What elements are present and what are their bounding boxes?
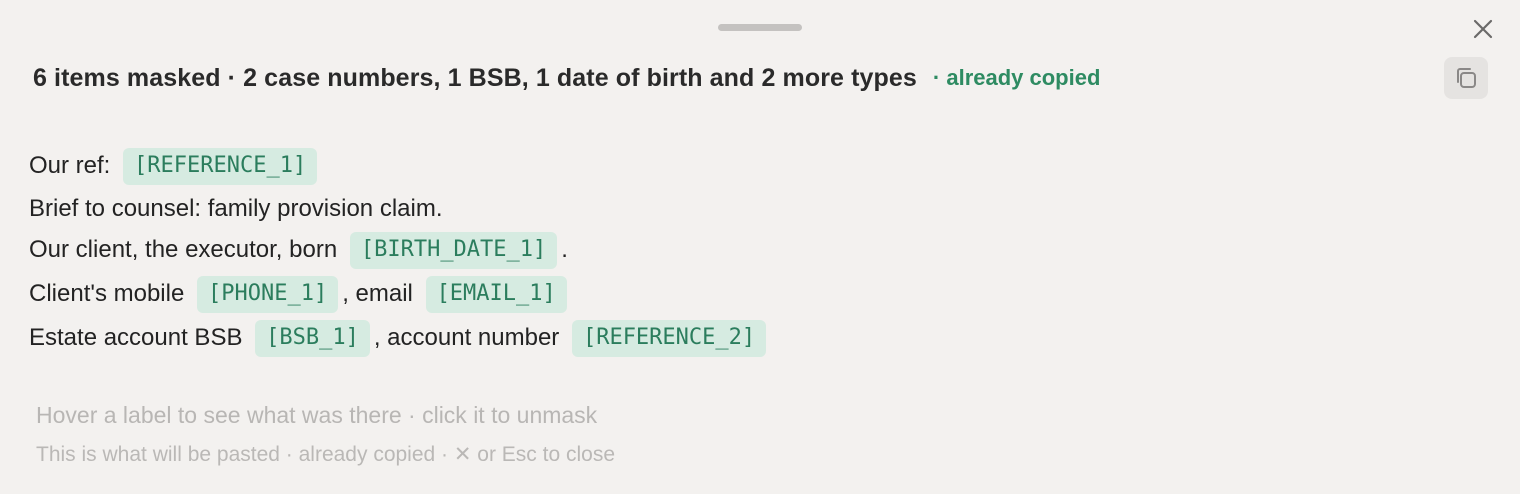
line-text: Estate account BSB [29, 324, 250, 351]
line-text-middle: , email [342, 280, 420, 307]
line-text: Our ref: [29, 152, 118, 179]
mask-label-bsb-1[interactable]: [BSB_1] [255, 319, 370, 357]
line-text: Our client, the executor, born [29, 236, 344, 263]
line-text: Client's mobile [29, 280, 191, 307]
line-text-after: . [561, 236, 568, 263]
line-text: Brief to counsel: family provision claim… [29, 195, 443, 222]
text-line: Client's mobile [PHONE_1], email [EMAIL_… [29, 274, 571, 314]
drag-handle[interactable] [718, 24, 802, 31]
text-line: Our ref: [REFERENCE_1] [29, 146, 321, 186]
text-line: Brief to counsel: family provision claim… [29, 192, 442, 226]
masked-summary: 6 items masked · 2 case numbers, 1 BSB, … [33, 63, 917, 92]
text-line: Estate account BSB [BSB_1], account numb… [29, 318, 770, 358]
copy-icon [1457, 68, 1476, 88]
mask-label-phone-1[interactable]: [PHONE_1] [196, 275, 339, 313]
hover-hint: Hover a label to see what was there · cl… [36, 402, 598, 428]
copied-status: · already copied [932, 65, 1101, 90]
masking-preview-panel: 6 items masked · 2 case numbers, 1 BSB, … [0, 0, 1520, 494]
footer-note: This is what will be pasted · already co… [36, 443, 616, 466]
mask-label-reference-1[interactable]: [REFERENCE_1] [123, 147, 318, 185]
header: 6 items masked · 2 case numbers, 1 BSB, … [33, 58, 1100, 98]
mask-label-birth-date-1[interactable]: [BIRTH_DATE_1] [349, 231, 558, 269]
text-line: Our client, the executor, born [BIRTH_DA… [29, 230, 568, 270]
close-icon [1473, 19, 1493, 39]
close-button[interactable] [1466, 14, 1500, 44]
line-text-middle: , account number [373, 324, 566, 351]
mask-label-reference-2[interactable]: [REFERENCE_2] [571, 319, 767, 357]
mask-label-email-1[interactable]: [EMAIL_1] [425, 275, 567, 313]
copy-button[interactable] [1444, 57, 1488, 99]
